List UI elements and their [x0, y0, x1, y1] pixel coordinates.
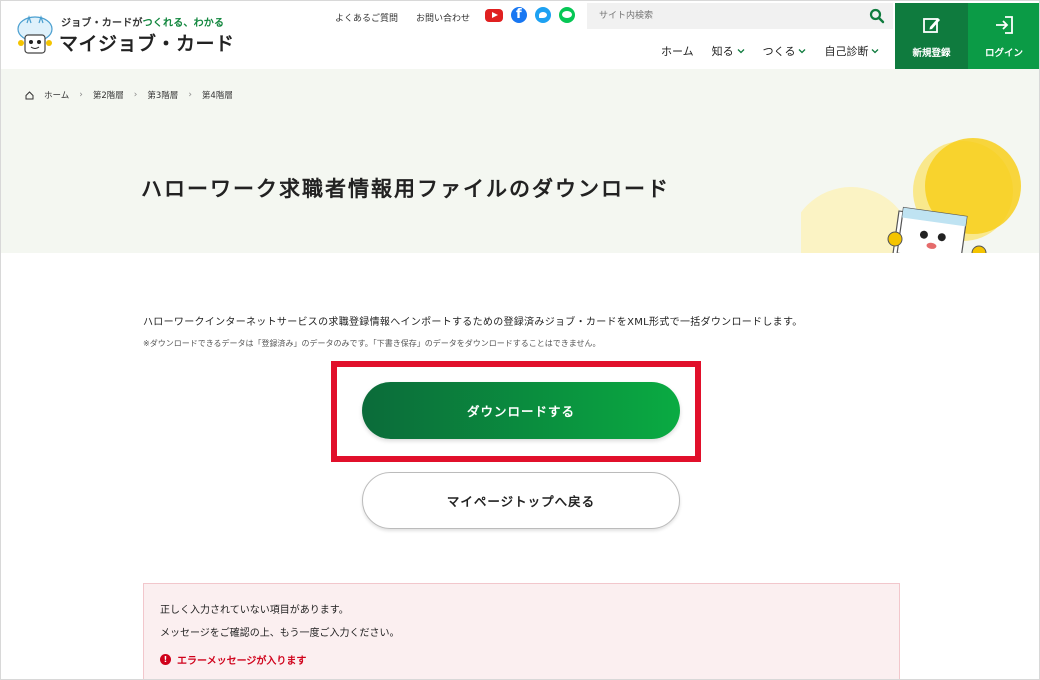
logo-tagline: ジョブ・カードがつくれる、わかる: [61, 18, 225, 29]
chevron-down-icon: [798, 49, 806, 54]
breadcrumb-item-home[interactable]: ホーム: [44, 89, 69, 101]
nav-item-label: ホーム: [661, 45, 694, 58]
breadcrumb-item-level3[interactable]: 第3階層: [147, 89, 178, 101]
youtube-icon[interactable]: [485, 9, 503, 22]
register-button[interactable]: 新規登録: [895, 3, 968, 69]
register-label: 新規登録: [912, 48, 951, 59]
home-icon: [25, 90, 34, 99]
breadcrumb-item-level4: 第4階層: [201, 91, 233, 101]
nav-item-learn[interactable]: 知る: [712, 43, 745, 59]
nav-item-label: つくる: [762, 45, 796, 58]
mascot-logo-icon: [17, 15, 53, 54]
download-button[interactable]: ダウンロードする: [362, 382, 680, 439]
chevron-right-icon: ›: [188, 90, 192, 100]
faq-link[interactable]: よくあるご質問: [335, 11, 398, 24]
site-header: ジョブ・カードがつくれる、わかる マイジョブ・カード よくあるご質問 お問い合わ…: [1, 1, 1039, 69]
nav-item-home[interactable]: ホーム: [661, 43, 694, 59]
login-icon: [996, 16, 1013, 34]
edit-icon: [922, 18, 940, 33]
logo-name: マイジョブ・カード: [59, 33, 235, 55]
contact-link[interactable]: お問い合わせ: [416, 11, 470, 24]
facebook-icon[interactable]: [511, 7, 527, 23]
page-description: ハローワークインターネットサービスの求職登録情報へインポートするための登録済みジ…: [143, 317, 803, 328]
chevron-down-icon: [871, 49, 879, 54]
page-title: ハローワーク求職者情報用ファイルのダウンロード: [141, 177, 670, 201]
error-summary-line1: 正しく入力されていない項目があります。: [160, 605, 349, 616]
search-icon[interactable]: [869, 8, 885, 24]
chevron-right-icon: ›: [79, 90, 83, 100]
login-label: ログイン: [984, 48, 1023, 59]
social-links: [485, 7, 575, 23]
line-icon[interactable]: [559, 7, 575, 23]
nav-item-self-diagnosis[interactable]: 自己診断: [824, 43, 879, 59]
breadcrumb-item-level2[interactable]: 第2階層: [93, 89, 124, 101]
mascot-illustration: [801, 138, 1021, 253]
search-input[interactable]: [587, 3, 857, 29]
page-frame: ジョブ・カードがつくれる、わかる マイジョブ・カード よくあるご質問 お問い合わ…: [0, 0, 1040, 680]
nav-item-label: 知る: [711, 45, 734, 58]
twitter-icon[interactable]: [535, 7, 551, 23]
error-message: ! エラーメッセージが入ります: [160, 652, 306, 667]
error-summary-line2: メッセージをご確認の上、もう一度ご入力ください。: [160, 628, 400, 639]
page-hero: ホーム › 第2階層 › 第3階層 › 第4階層 ハローワーク求職者情報用ファイ…: [1, 69, 1039, 253]
error-message-text: エラーメッセージが入ります: [177, 656, 307, 667]
download-note: ※ダウンロードできるデータは「登録済み」のデータのみです。「下書き保存」のデータ…: [143, 339, 601, 348]
chevron-down-icon: [737, 49, 745, 54]
chevron-right-icon: ›: [133, 90, 138, 100]
error-box: 正しく入力されていない項目があります。 メッセージをご確認の上、もう一度ご入力く…: [143, 583, 900, 679]
nav-item-label: 自己診断: [824, 45, 869, 58]
site-logo[interactable]: ジョブ・カードがつくれる、わかる マイジョブ・カード: [13, 11, 234, 61]
nav-item-create[interactable]: つくる: [763, 43, 807, 59]
utility-links: よくあるご質問 お問い合わせ: [335, 9, 470, 25]
main-nav: ホーム 知る つくる 自己診断: [661, 43, 879, 59]
site-search: [587, 3, 893, 29]
breadcrumb: ホーム › 第2階層 › 第3階層 › 第4階層: [25, 89, 233, 101]
back-to-mypage-button[interactable]: マイページトップへ戻る: [362, 472, 680, 529]
login-button[interactable]: ログイン: [968, 3, 1039, 69]
alert-icon: !: [160, 654, 171, 665]
